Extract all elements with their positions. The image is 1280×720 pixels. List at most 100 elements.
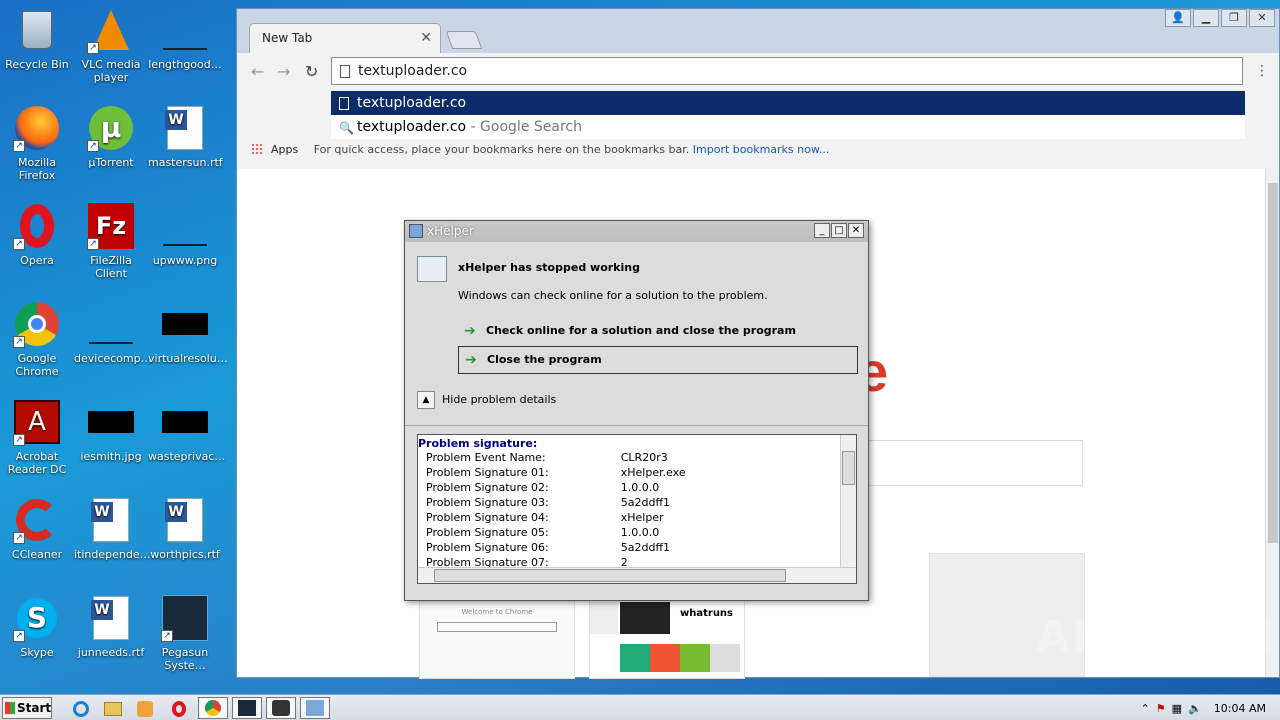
desktop-icon-recycle-bin[interactable]: Recycle Bin	[0, 6, 74, 71]
desktop-icon-filezilla[interactable]: Fz ↗ FileZilla Client	[74, 202, 148, 280]
desktop-icon-firefox[interactable]: ↗ Mozilla Firefox	[0, 104, 74, 182]
apps-link[interactable]: Apps	[271, 143, 298, 156]
import-bookmarks-link[interactable]: Import bookmarks now...	[693, 143, 830, 156]
app-taskbar-icon[interactable]	[232, 697, 262, 719]
details-value: 5a2ddff1	[620, 496, 671, 509]
desktop-icon-junneeds[interactable]: W junneeds.rtf	[74, 594, 148, 659]
desktop-icon-ccleaner[interactable]: ↗ CCleaner	[0, 496, 74, 561]
network-icon[interactable]: ▦	[1172, 702, 1182, 715]
taskbar: Start ⌃ ⚑ ▦ 🔈 10:04 AM	[0, 694, 1280, 720]
details-key: Problem Signature 03:	[426, 496, 549, 509]
desktop-icon-worthpics[interactable]: W worthpics.rtf	[148, 496, 222, 561]
media-player-taskbar-icon[interactable]	[130, 697, 160, 719]
tab-new-tab[interactable]: New Tab ✕	[249, 23, 441, 53]
details-vertical-scrollbar[interactable]	[840, 435, 856, 569]
word-doc-icon: W	[87, 594, 135, 642]
app-icon	[409, 224, 423, 238]
desktop-icon-iesmith[interactable]: iesmith.jpg	[74, 398, 148, 463]
ie-taskbar-icon[interactable]	[66, 697, 96, 719]
desktop-icon-upwww[interactable]: upwww.png	[148, 202, 222, 267]
dialog-maximize-button[interactable]: □	[831, 223, 847, 238]
volume-icon[interactable]: 🔈	[1188, 702, 1202, 715]
xhelper-taskbar-icon[interactable]	[300, 697, 330, 719]
problem-details-box[interactable]: Problem signature: Problem Event Name: CL…	[417, 434, 857, 584]
filezilla-icon: Fz ↗	[87, 202, 135, 250]
details-value: xHelper.exe	[620, 466, 686, 479]
details-key: Problem Signature 06:	[426, 541, 549, 554]
suggestion-search[interactable]: 🔍 textuploader.co - Google Search	[331, 115, 1245, 139]
maximize-button[interactable]: ❐	[1221, 9, 1247, 27]
dialog-heading: xHelper has stopped working	[458, 261, 640, 274]
opera-taskbar-icon[interactable]	[164, 697, 194, 719]
details-key: Problem Signature 04:	[426, 511, 549, 524]
chrome-menu-icon[interactable]: ⋮	[1255, 63, 1269, 79]
browser-toolbar: ← → ↻ textuploader.co ⋮	[237, 53, 1279, 89]
details-value: 1.0.0.0	[620, 526, 660, 539]
details-row: Problem Signature 02: 1.0.0.0	[418, 480, 686, 495]
details-row: Problem Signature 01: xHelper.exe	[418, 465, 686, 480]
app2-taskbar-icon[interactable]	[266, 697, 296, 719]
close-window-button[interactable]: ✕	[1249, 9, 1275, 27]
desktop-icon-virtualresolu[interactable]: virtualresolu…	[148, 300, 228, 365]
new-tab-search-box[interactable]	[837, 440, 1083, 486]
back-arrow-icon[interactable]: ←	[251, 62, 264, 81]
error-dialog: xHelper _ □ ✕ xHelper has stopped workin…	[404, 220, 869, 601]
program-window-icon	[417, 256, 447, 282]
address-text: textuploader.co	[358, 63, 468, 79]
reload-icon[interactable]: ↻	[305, 62, 318, 81]
desktop-icon-vlc[interactable]: ↗ VLC media player	[74, 6, 148, 84]
desktop-icon-wasteprivac[interactable]: wasteprivac…	[148, 398, 225, 463]
start-button[interactable]: Start	[2, 697, 52, 719]
chevron-up-icon: ▲	[417, 391, 435, 409]
desktop-icon-skype[interactable]: S ↗ Skype	[0, 594, 74, 659]
desktop-icon-utorrent[interactable]: µ ↗ µTorrent	[74, 104, 148, 169]
desktop-icon-mastersun[interactable]: W mastersun.rtf	[148, 104, 223, 169]
details-key: Problem Signature 01:	[426, 466, 549, 479]
dialog-minimize-button[interactable]: _	[814, 223, 830, 238]
new-tab-button[interactable]	[445, 31, 483, 49]
skype-icon: S ↗	[13, 594, 61, 642]
dialog-close-button[interactable]: ✕	[848, 223, 864, 238]
close-tab-icon[interactable]: ✕	[420, 30, 432, 46]
check-online-option[interactable]: ➔ Check online for a solution and close …	[458, 318, 858, 346]
desktop: Recycle Bin ↗ VLC media player lengthgoo…	[0, 0, 236, 690]
pegasun-icon: ↗	[161, 594, 209, 642]
dialog-titlebar[interactable]: xHelper _ □ ✕	[405, 221, 868, 242]
page-scrollbar[interactable]	[1265, 169, 1279, 677]
omnibox-suggestions: textuploader.co 🔍 textuploader.co - Goog…	[331, 91, 1245, 139]
forward-arrow-icon[interactable]: →	[277, 62, 290, 81]
close-program-option[interactable]: ➔ Close the program	[458, 346, 858, 374]
desktop-icon-pegasun[interactable]: ↗ Pegasun Syste…	[148, 594, 222, 672]
suggestion-url[interactable]: textuploader.co	[331, 91, 1245, 115]
minimize-button[interactable]: ▁	[1193, 9, 1219, 27]
most-visited-tile-whatruns[interactable]: whatruns	[589, 599, 745, 679]
most-visited-tile-welcome[interactable]: Welcome to Chrome	[419, 599, 575, 679]
address-bar[interactable]: textuploader.co	[331, 57, 1243, 85]
details-value: CLR20r3	[620, 451, 668, 464]
action-center-icon[interactable]: ⚑	[1156, 702, 1166, 715]
profile-icon[interactable]: 👤	[1165, 9, 1191, 27]
clock[interactable]: 10:04 AM	[1214, 702, 1266, 715]
desktop-icon-acrobat[interactable]: A ↗ Acrobat Reader DC	[0, 398, 74, 476]
bookmarks-bar: Apps For quick access, place your bookma…	[237, 139, 1279, 163]
chrome-taskbar-icon[interactable]	[198, 697, 228, 719]
word-doc-icon: W	[161, 104, 209, 152]
details-value: 5a2ddff1	[620, 541, 671, 554]
acrobat-icon: A ↗	[13, 398, 61, 446]
recycle-bin-icon	[13, 6, 61, 54]
apps-icon[interactable]	[251, 143, 263, 155]
details-row: Problem Signature 06: 5a2ddff1	[418, 540, 686, 555]
desktop-icon-opera[interactable]: ↗ Opera	[0, 202, 74, 267]
details-key: Problem Event Name:	[426, 451, 546, 464]
desktop-icon-chrome[interactable]: ↗ Google Chrome	[0, 300, 74, 378]
firefox-icon: ↗	[13, 104, 61, 152]
desktop-icon-devicecomp[interactable]: devicecomp…	[74, 300, 152, 365]
explorer-taskbar-icon[interactable]	[98, 697, 128, 719]
image-file-icon	[161, 300, 209, 348]
details-horizontal-scrollbar[interactable]	[418, 567, 856, 583]
desktop-icon-itindepende[interactable]: W itindepende…	[74, 496, 151, 561]
hide-details-toggle[interactable]: ▲ Hide problem details	[417, 391, 556, 409]
ccleaner-icon: ↗	[13, 496, 61, 544]
show-hidden-icons-icon[interactable]: ⌃	[1141, 702, 1150, 715]
desktop-icon-lengthgood[interactable]: lengthgood…	[148, 6, 222, 71]
